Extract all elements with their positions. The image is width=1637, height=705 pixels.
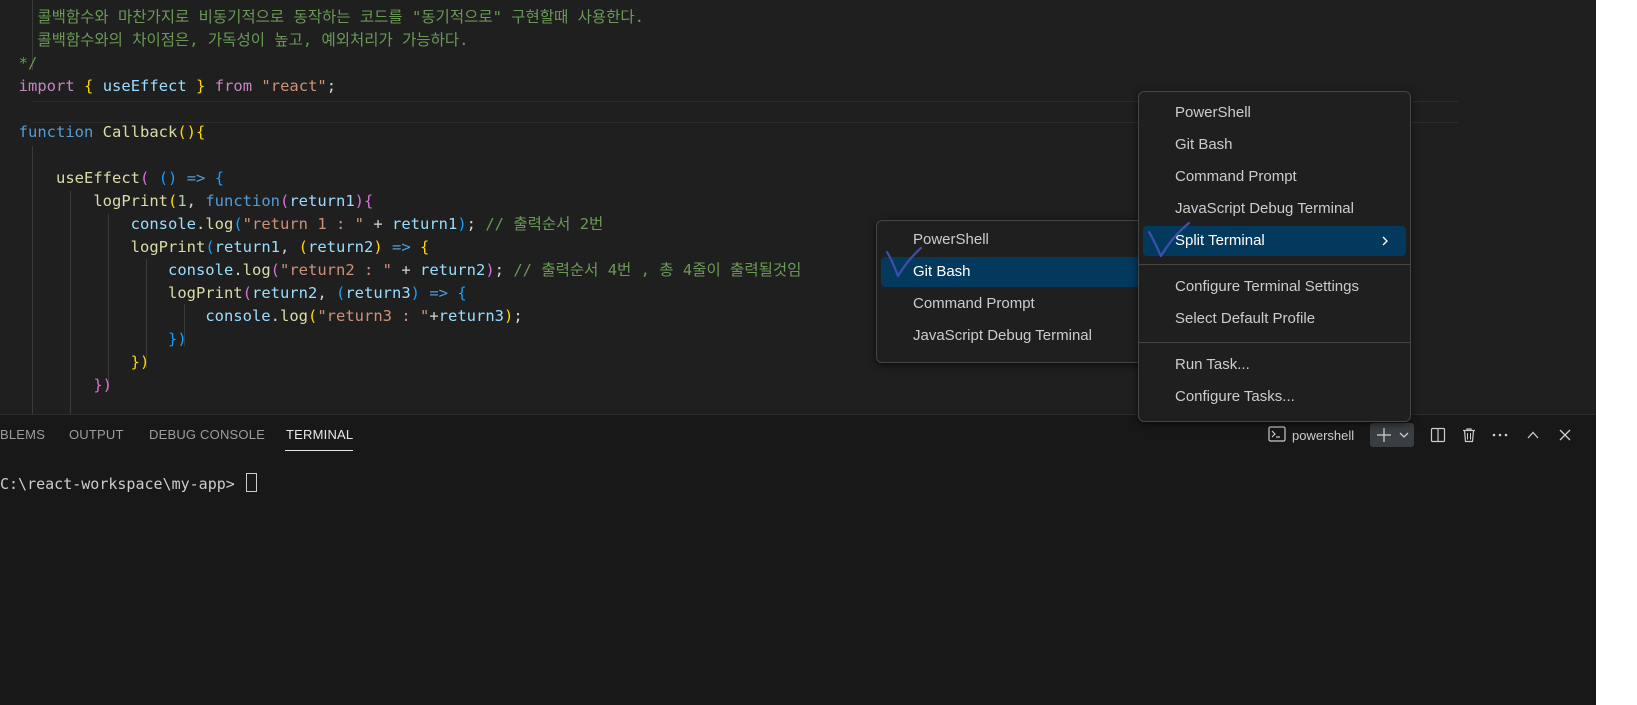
param: return2 <box>419 261 486 279</box>
comment-text: // 출력순서 4번 , 총 4줄이 출력될것임 <box>513 261 802 279</box>
submenu-item-javascript-debug-terminal[interactable]: JavaScript Debug Terminal <box>881 321 1167 351</box>
menu-item-select-default-profile[interactable]: Select Default Profile <box>1143 304 1406 334</box>
string-literal: "return2 : " <box>280 261 392 279</box>
chevron-right-icon <box>1380 226 1390 256</box>
function-keyword: function <box>205 192 280 210</box>
ellipsis-icon[interactable] <box>1488 423 1512 447</box>
arrow-token: => <box>429 284 449 302</box>
menu-item-command-prompt[interactable]: Command Prompt <box>1143 162 1406 192</box>
code-line-16: }) <box>130 353 150 371</box>
vscode-window: 콜백함수와 마찬가지로 비동기적으로 동작하는 코드를 "동기적으로" 구현할때… <box>0 0 1596 705</box>
param: return1 <box>289 192 355 210</box>
comment-text: // 출력순서 2번 <box>485 215 604 233</box>
tab-output[interactable]: OUTPUT <box>69 427 124 442</box>
split-icon[interactable] <box>1426 423 1450 447</box>
submenu-item-git-bash[interactable]: Git Bash <box>881 257 1167 287</box>
import-name: useEffect <box>102 77 187 95</box>
arrow-token: => <box>392 238 411 256</box>
tab-terminal[interactable]: TERMINAL <box>286 427 353 442</box>
import-source: "react" <box>261 77 327 95</box>
code-line-3: */ <box>0 52 38 74</box>
trash-icon[interactable] <box>1457 423 1481 447</box>
split-terminal-submenu: PowerShell Git Bash Command Prompt JavaS… <box>876 220 1172 363</box>
menu-separator <box>1139 264 1410 265</box>
code-line-4: import { useEffect } from "react"; <box>18 77 337 95</box>
console-object: console <box>205 307 271 325</box>
terminal-output[interactable]: C:\react-workspace\my-app> <box>0 473 257 493</box>
code-line-15: }) <box>167 330 187 348</box>
menu-item-configure-terminal-settings[interactable]: Configure Terminal Settings <box>1143 272 1406 302</box>
terminal-launch-menu: PowerShell Git Bash Command Prompt JavaS… <box>1138 91 1411 422</box>
menu-separator <box>1139 342 1410 343</box>
arrow-token: => <box>186 169 206 187</box>
submenu-item-command-prompt[interactable]: Command Prompt <box>881 289 1167 319</box>
function-name: Callback <box>102 123 178 141</box>
log-print-call: logPrint <box>167 284 243 302</box>
param: return1 <box>214 238 280 256</box>
comment-text: 콜백함수와의 차이점은, 가독성이 높고, 예외처리가 가능하다. <box>37 31 469 49</box>
code-line-2: 콜백함수와의 차이점은, 가독성이 높고, 예외처리가 가능하다. <box>0 29 468 51</box>
close-icon[interactable] <box>1553 423 1577 447</box>
log-print-call: logPrint <box>93 192 168 210</box>
comment-text: 콜백함수와 마찬가지로 비동기적으로 동작하는 코드를 "동기적으로" 구현할때… <box>37 8 645 26</box>
terminal-prompt: C:\react-workspace\my-app> <box>0 475 244 493</box>
menu-item-javascript-debug-terminal[interactable]: JavaScript Debug Terminal <box>1143 194 1406 224</box>
plus-icon[interactable] <box>1372 423 1396 447</box>
string-literal: "return3 : " <box>317 307 430 325</box>
from-keyword: from <box>214 77 253 95</box>
code-line-17: }) <box>93 376 112 394</box>
code-line-11: logPrint(return1, (return2) => { <box>130 238 430 256</box>
terminal-profile-label: powershell <box>1292 427 1355 443</box>
log-method: log <box>205 215 234 233</box>
terminal-cursor <box>245 473 257 492</box>
code-line-13: logPrint(return2, (return3) => { <box>167 284 467 302</box>
chevron-up-icon[interactable] <box>1521 423 1545 447</box>
tab-problems[interactable]: BLEMS <box>0 427 45 442</box>
code-line-8: useEffect( () => { <box>56 169 225 187</box>
number-literal: 1 <box>177 192 187 210</box>
param: return3 <box>438 307 504 325</box>
active-tab-indicator <box>285 450 353 451</box>
menu-item-label: Split Terminal <box>1175 232 1265 249</box>
param: return3 <box>345 284 411 302</box>
code-line-10: console.log("return 1 : " + return1); //… <box>130 215 604 233</box>
param: return2 <box>251 284 318 302</box>
tab-debug-console[interactable]: DEBUG CONSOLE <box>149 427 265 442</box>
import-keyword: import <box>18 77 75 95</box>
console-object: console <box>167 261 234 279</box>
console-object: console <box>130 215 196 233</box>
menu-item-configure-tasks[interactable]: Configure Tasks... <box>1143 382 1406 412</box>
comment-close: */ <box>18 54 38 72</box>
code-line-14: console.log("return3 : "+return3); <box>205 307 523 325</box>
submenu-item-powershell[interactable]: PowerShell <box>881 225 1167 255</box>
use-effect-call: useEffect <box>56 169 140 187</box>
terminal-panel: BLEMS OUTPUT DEBUG CONSOLE TERMINAL powe… <box>0 414 1596 705</box>
code-line-12: console.log("return2 : " + return2); // … <box>167 261 802 279</box>
menu-item-powershell[interactable]: PowerShell <box>1143 98 1406 128</box>
code-line-9: logPrint(1, function(return1){ <box>93 192 374 210</box>
log-print-call: logPrint <box>130 238 206 256</box>
log-method: log <box>279 307 308 325</box>
code-line-1: 콜백함수와 마찬가지로 비동기적으로 동작하는 코드를 "동기적으로" 구현할때… <box>0 6 644 28</box>
log-method: log <box>242 261 271 279</box>
function-keyword: function <box>18 123 94 141</box>
code-line-6: function Callback(){ <box>18 123 206 141</box>
param: return1 <box>392 215 458 233</box>
param: return2 <box>308 238 374 256</box>
menu-item-run-task[interactable]: Run Task... <box>1143 350 1406 380</box>
chevron-down-icon[interactable] <box>1396 423 1412 447</box>
terminal-icon <box>1268 425 1286 445</box>
string-literal: "return 1 : " <box>242 215 364 233</box>
menu-item-git-bash[interactable]: Git Bash <box>1143 130 1406 160</box>
menu-item-split-terminal[interactable]: Split Terminal <box>1143 226 1406 256</box>
terminal-profile-button[interactable]: powershell <box>1268 425 1354 445</box>
